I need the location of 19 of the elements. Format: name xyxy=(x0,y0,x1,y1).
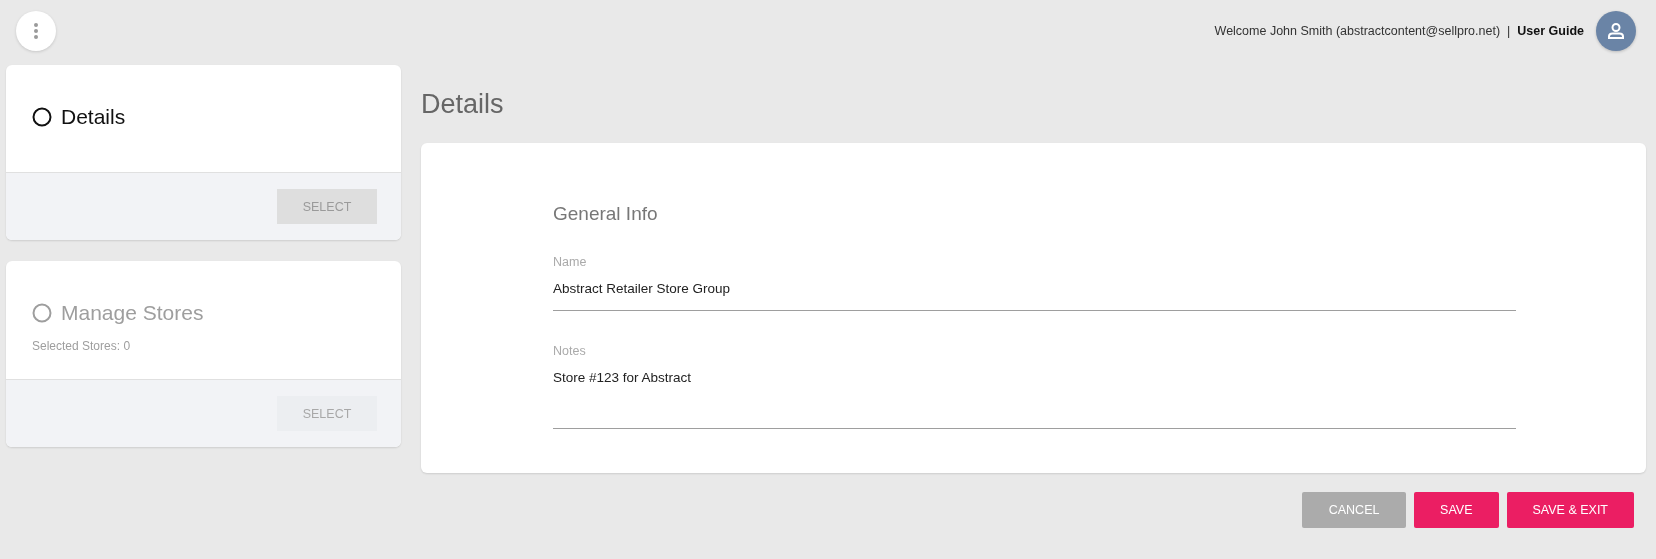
user-icon xyxy=(1607,22,1625,40)
radio-circle-icon xyxy=(32,303,52,323)
step-title: Manage Stores xyxy=(61,301,204,325)
page-title: Details xyxy=(421,88,505,121)
step-title: Details xyxy=(61,105,126,129)
action-button[interactable]: SAVE xyxy=(1414,492,1499,528)
notes-field[interactable]: Notes Store #123 for Abstract xyxy=(553,344,1516,429)
welcome-text: Welcome John Smith (abstractcontent@sellpro.net) xyxy=(1214,24,1501,38)
user-guide-link[interactable]: User Guide xyxy=(1517,24,1584,38)
section-title: General Info xyxy=(553,203,659,225)
name-field[interactable]: Name Abstract Retailer Store Group xyxy=(553,255,1516,311)
separator-text: | xyxy=(1507,24,1511,38)
user-avatar-button[interactable] xyxy=(1596,11,1636,51)
menu-button[interactable] xyxy=(16,11,56,51)
action-button[interactable]: CANCEL xyxy=(1302,492,1407,528)
step-subtitle: Selected Stores: 0 xyxy=(32,339,132,353)
radio-circle-icon xyxy=(32,107,52,127)
action-button[interactable]: SAVE & EXIT xyxy=(1506,492,1634,528)
more-vertical-icon xyxy=(33,22,39,40)
